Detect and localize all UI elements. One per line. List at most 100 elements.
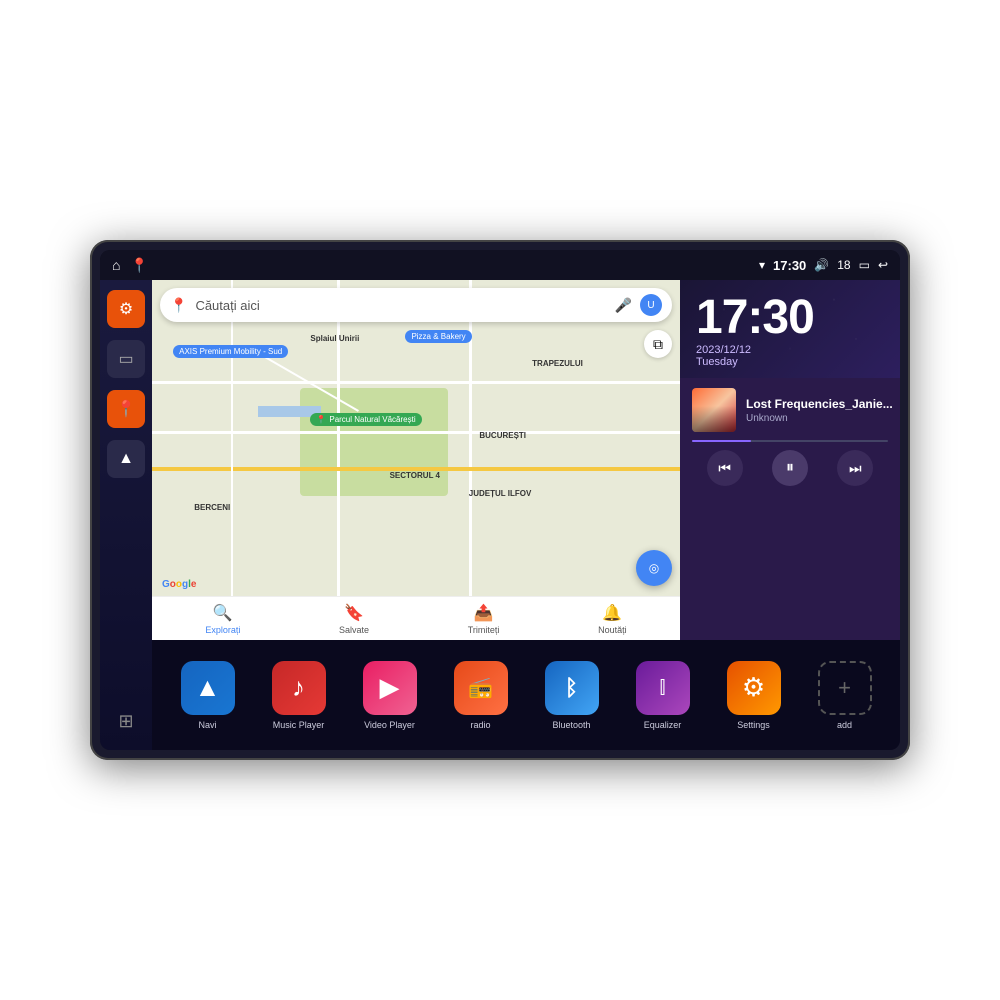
status-left-icons: ⌂ 📍 [112,257,148,274]
app-equalizer[interactable]: ⫿ Equalizer [636,661,690,730]
music-artist: Unknown [746,413,893,424]
poi-pizza[interactable]: Pizza & Bakery [405,330,471,343]
bluetooth-label: Bluetooth [552,720,590,730]
maps-status-icon[interactable]: 📍 [130,257,147,274]
app-music-player[interactable]: ♪ Music Player [272,661,326,730]
map-search-bar[interactable]: 📍 Căutați aici 🎤 U [160,288,672,322]
next-btn[interactable]: ⏭ [837,450,873,486]
poi-parcul[interactable]: 📍Parcul Natural Văcărești [310,413,421,426]
pause-icon: ⏸ [786,459,794,477]
music-text: Lost Frequencies_Janie... Unknown [746,397,893,424]
radio-icon: 📻 [454,661,508,715]
app-add[interactable]: + add [818,661,872,730]
map-nav-saved-label: Salvate [339,625,369,635]
add-icon: + [818,661,872,715]
clock-section: 17:30 2023/12/12 Tuesday [680,280,900,378]
search-placeholder-text: Căutați aici [195,298,606,313]
map-nav-explore[interactable]: 🔍 Explorați [205,603,240,635]
navi-sidebar-btn[interactable]: ▲ [107,440,145,478]
grid-icon: ⊞ [118,711,133,732]
album-art-overlay [692,406,736,432]
layers-icon: ⧉ [653,336,663,353]
app-bluetooth[interactable]: ᛒ Bluetooth [545,661,599,730]
screen: ⌂ 📍 ▾ 17:30 🔊 18 ▭ ↩ ⚙ ▭ [100,250,900,750]
equalizer-icon: ⫿ [636,661,690,715]
map-bottom-nav: 🔍 Explorați 🔖 Salvate 📤 Trimiteți [152,596,680,640]
car-head-unit: ⌂ 📍 ▾ 17:30 🔊 18 ▭ ↩ ⚙ ▭ [90,240,910,760]
map-location-fab[interactable]: ◎ [636,550,672,586]
maps-sidebar-btn[interactable]: 📍 [107,390,145,428]
bluetooth-icon: ᛒ [545,661,599,715]
app-settings[interactable]: ⚙ Settings [727,661,781,730]
app-video-player[interactable]: ▶ Video Player [363,661,417,730]
music-icon: ♪ [272,661,326,715]
park-area [300,388,448,496]
sidebar: ⚙ ▭ 📍 ▲ ⊞ [100,280,152,750]
main-area: ⚙ ▭ 📍 ▲ ⊞ [100,280,900,750]
video-player-label: Video Player [364,720,415,730]
pause-btn[interactable]: ⏸ [772,450,808,486]
map-label-sector: SECTORUL 4 [390,471,440,480]
navi-icon: ▲ [181,661,235,715]
music-progress-fill [692,440,751,442]
music-title: Lost Frequencies_Janie... [746,397,893,411]
wifi-icon: ▾ [759,258,765,272]
google-logo: Google [162,579,196,590]
bottom-apps-grid: ▲ Navi ♪ Music Player ▶ Video Player 📻 r… [152,640,900,750]
settings-label: Settings [737,720,770,730]
navi-label: Navi [198,720,216,730]
status-bar: ⌂ 📍 ▾ 17:30 🔊 18 ▭ ↩ [100,250,900,280]
back-icon[interactable]: ↩ [878,258,888,272]
video-icon: ▶ [363,661,417,715]
radio-label: radio [470,720,490,730]
status-time: 17:30 [773,258,806,273]
google-maps-icon: 📍 [170,297,187,314]
app-radio[interactable]: 📻 radio [454,661,508,730]
arrow-icon: ▲ [118,450,134,468]
equalizer-label: Equalizer [644,720,682,730]
album-art [692,388,736,432]
map-area[interactable]: BUCUREȘTI SECTORUL 4 JUDEȚUL ILFOV BERCE… [152,280,680,640]
map-label-bucuresti: BUCUREȘTI [479,431,526,440]
poi-axis[interactable]: AXIS Premium Mobility - Sud [173,345,288,358]
music-section: Lost Frequencies_Janie... Unknown ⏮ [680,378,900,640]
map-nav-news[interactable]: 🔔 Noutăți [598,603,627,635]
top-section: BUCUREȘTI SECTORUL 4 JUDEȚUL ILFOV BERCE… [152,280,900,640]
mic-icon[interactable]: 🎤 [615,297,632,314]
grid-sidebar-btn[interactable]: ⊞ [107,702,145,740]
clock-time: 17:30 [696,294,884,342]
settings-icon: ⚙ [727,661,781,715]
map-label-splaiulunii: Splaiul Unirii [310,334,359,343]
gear-icon: ⚙ [119,299,133,319]
map-nav-news-label: Noutăți [598,625,627,635]
map-nav-explore-label: Explorați [205,625,240,635]
settings-sidebar-btn[interactable]: ⚙ [107,290,145,328]
prev-btn[interactable]: ⏮ [707,450,743,486]
prev-icon: ⏮ [718,460,731,477]
app-navi[interactable]: ▲ Navi [181,661,235,730]
user-avatar[interactable]: U [640,294,662,316]
volume-icon: 🔊 [814,258,829,272]
music-progress-bar[interactable] [692,440,888,442]
battery-icon: ▭ [859,258,870,272]
map-label-berceni: BERCENI [194,503,230,512]
music-player-label: Music Player [273,720,325,730]
music-track-info: Lost Frequencies_Janie... Unknown [692,388,888,432]
map-nav-send-label: Trimiteți [468,625,500,635]
files-sidebar-btn[interactable]: ▭ [107,340,145,378]
clock-date: 2023/12/12 Tuesday [696,344,884,368]
map-label-trapezului: TRAPEZULUI [532,359,583,368]
center-content: BUCUREȘTI SECTORUL 4 JUDEȚUL ILFOV BERCE… [152,280,900,750]
music-controls: ⏮ ⏸ ⏭ [692,450,888,486]
map-background: BUCUREȘTI SECTORUL 4 JUDEȚUL ILFOV BERCE… [152,280,680,640]
battery-level: 18 [837,258,850,272]
location-icon: 📍 [116,399,136,419]
status-right-info: ▾ 17:30 🔊 18 ▭ ↩ [759,258,888,273]
road-vertical-small [231,280,233,640]
home-icon[interactable]: ⌂ [112,257,120,273]
add-label: add [837,720,852,730]
right-panel: 17:30 2023/12/12 Tuesday [680,280,900,640]
map-nav-send[interactable]: 📤 Trimiteți [468,603,500,635]
map-layers-btn[interactable]: ⧉ [644,330,672,358]
map-nav-saved[interactable]: 🔖 Salvate [339,603,369,635]
